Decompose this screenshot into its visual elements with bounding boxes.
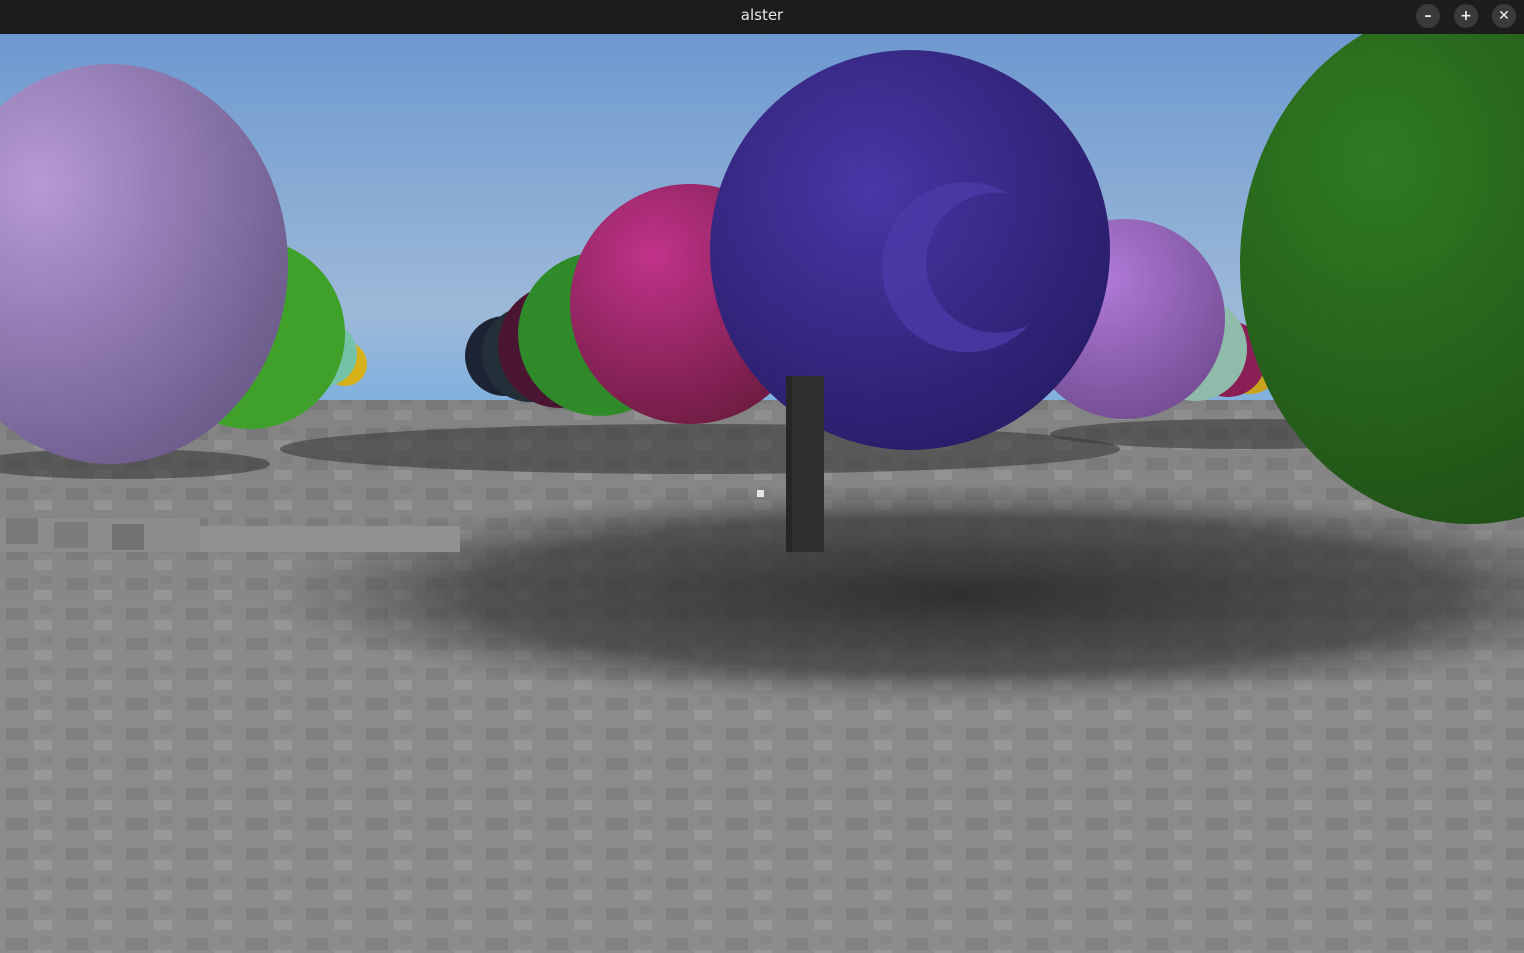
minimize-button[interactable]: – bbox=[1416, 4, 1440, 28]
close-icon: ✕ bbox=[1498, 8, 1510, 24]
scene-canvas bbox=[0, 34, 1524, 953]
close-button[interactable]: ✕ bbox=[1492, 4, 1516, 28]
title-bar[interactable]: alster – + ✕ bbox=[0, 0, 1524, 34]
crosshair bbox=[757, 490, 764, 497]
minimize-icon: – bbox=[1424, 8, 1432, 24]
game-viewport[interactable] bbox=[0, 34, 1524, 953]
maximize-icon: + bbox=[1460, 8, 1472, 24]
window-title: alster bbox=[740, 6, 784, 24]
app-window: alster – + ✕ bbox=[0, 0, 1524, 953]
maximize-button[interactable]: + bbox=[1454, 4, 1478, 28]
